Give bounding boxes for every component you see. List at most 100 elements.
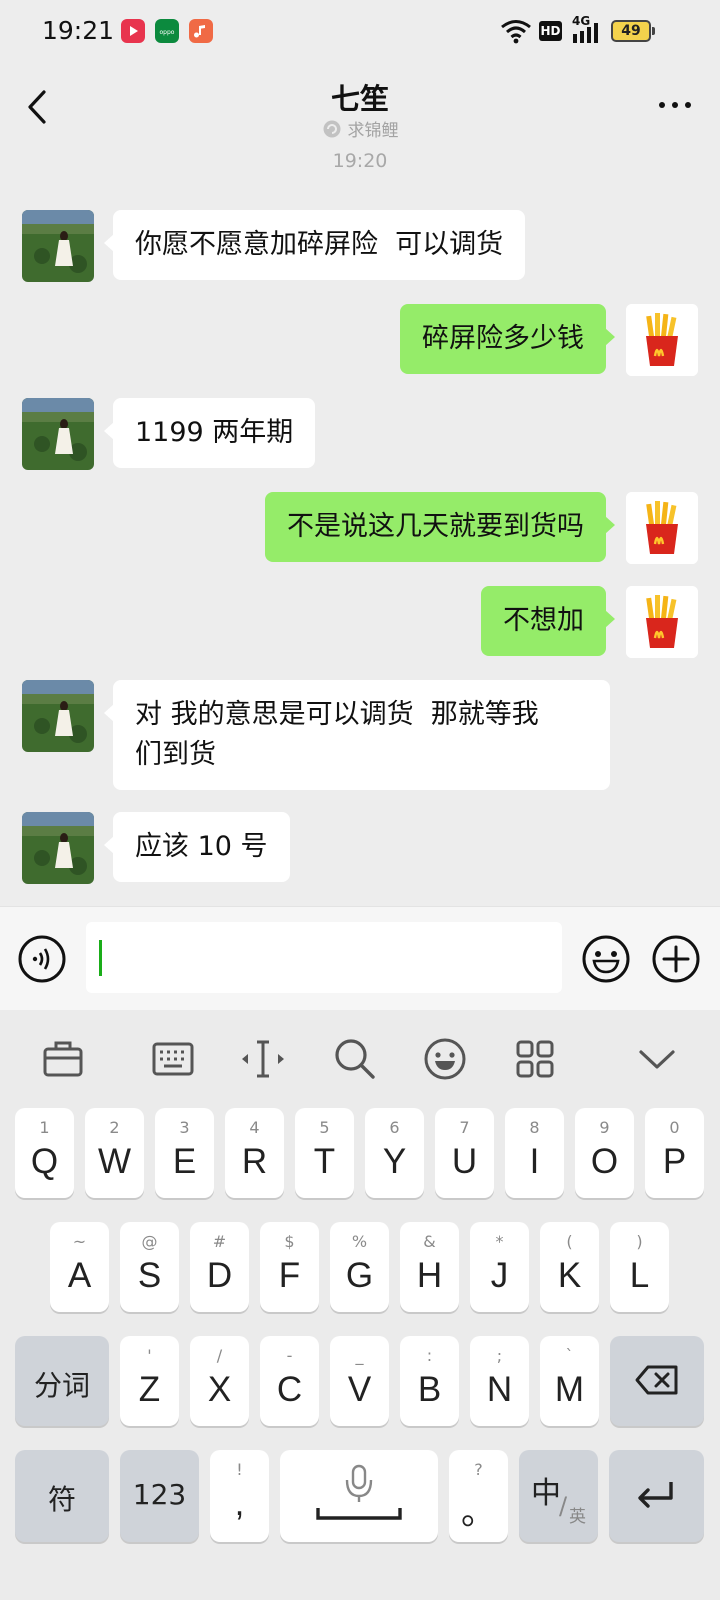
key-f[interactable]: $ F: [260, 1222, 319, 1312]
key-label: S: [137, 1256, 162, 1295]
more-button[interactable]: [656, 90, 696, 120]
search-button[interactable]: [330, 1034, 380, 1084]
keyboard-emoji-button[interactable]: [420, 1034, 470, 1084]
numeric-key[interactable]: 123: [120, 1450, 199, 1542]
my-avatar[interactable]: [626, 304, 698, 376]
key-o[interactable]: 9O: [575, 1108, 634, 1198]
key-m[interactable]: ` M: [540, 1336, 599, 1426]
language-switch-key[interactable]: 中 / 英: [519, 1450, 598, 1542]
cursor-move-button[interactable]: [238, 1034, 288, 1084]
key-c[interactable]: -C: [260, 1336, 319, 1426]
key-sub-label: &: [423, 1232, 436, 1251]
message-bubble-outgoing[interactable]: 不想加: [481, 586, 615, 656]
contact-avatar[interactable]: [22, 680, 94, 752]
contact-avatar[interactable]: [22, 812, 94, 884]
message-bubble-incoming[interactable]: 对 我的意思是可以调货 那就等我 们到货: [104, 680, 610, 790]
key-b[interactable]: :B: [400, 1336, 459, 1426]
input-bar: [0, 906, 720, 1010]
key-label: K: [557, 1256, 582, 1295]
plus-icon: [652, 935, 700, 983]
period-key[interactable]: ?。: [449, 1450, 508, 1542]
emoji-icon: [424, 1038, 466, 1080]
key-p[interactable]: 0P: [645, 1108, 704, 1198]
comma-key[interactable]: !,: [210, 1450, 269, 1542]
key-j[interactable]: * J: [470, 1222, 529, 1312]
clipboard-button[interactable]: [38, 1034, 88, 1084]
segment-key[interactable]: 分词: [15, 1336, 109, 1426]
space-key[interactable]: [280, 1450, 438, 1542]
voice-button[interactable]: [18, 935, 66, 987]
key-y[interactable]: 6Y: [365, 1108, 424, 1198]
collapse-chevron-icon: [639, 1050, 675, 1069]
key-label: 123: [132, 1478, 187, 1511]
key-label: U: [451, 1142, 478, 1181]
key-sub-label: ;: [496, 1346, 503, 1365]
key-sub-label: 7: [459, 1118, 470, 1137]
emoji-button[interactable]: [582, 935, 630, 987]
time-divider: 19:20: [332, 150, 388, 172]
key-label: M: [554, 1370, 585, 1409]
key-k[interactable]: (K: [540, 1222, 599, 1312]
key-sub-label: ?: [474, 1460, 483, 1479]
enter-key[interactable]: [609, 1450, 704, 1542]
key-sub-label: 5: [319, 1118, 330, 1137]
message-bubble-outgoing[interactable]: 不是说这几天就要到货吗: [265, 492, 615, 562]
key-label: P: [662, 1142, 687, 1181]
symbol-key[interactable]: 符: [15, 1450, 109, 1542]
keyboard-switch-button[interactable]: [148, 1034, 198, 1084]
contact-avatar[interactable]: [22, 210, 94, 282]
key-u[interactable]: 7U: [435, 1108, 494, 1198]
battery-icon: 49: [611, 20, 651, 42]
key-v[interactable]: _ V: [330, 1336, 389, 1426]
key-sub-label: (: [566, 1232, 573, 1251]
collapse-keyboard-button[interactable]: [632, 1034, 682, 1084]
status-icon: [323, 120, 340, 138]
key-label: G: [345, 1256, 374, 1295]
key-label: L: [629, 1256, 650, 1295]
status-time: 19:21: [42, 16, 115, 45]
key-x[interactable]: / X: [190, 1336, 249, 1426]
key-i[interactable]: 8I: [505, 1108, 564, 1198]
contact-avatar[interactable]: [22, 398, 94, 470]
key-t[interactable]: 5T: [295, 1108, 354, 1198]
message-bubble-incoming[interactable]: 1199 两年期: [103, 398, 316, 468]
chat-subtitle: 求锦鲤: [0, 116, 720, 141]
key-label: R: [241, 1142, 268, 1181]
key-label: 。: [460, 1493, 496, 1532]
message-bubble-incoming[interactable]: 应该 10 号: [104, 812, 290, 882]
key-z[interactable]: ' Z: [120, 1336, 179, 1426]
chat-header: 七笙 求锦鲤: [0, 64, 720, 150]
message-bubble-outgoing[interactable]: 碎屏险多少钱: [400, 304, 615, 374]
video-app-icon: [121, 19, 145, 43]
key-l[interactable]: ) L: [610, 1222, 669, 1312]
backspace-key[interactable]: [610, 1336, 704, 1426]
key-sub-label: /: [216, 1346, 223, 1365]
apps-grid-button[interactable]: [510, 1034, 560, 1084]
message-input[interactable]: [86, 922, 562, 993]
key-label: 中: [531, 1476, 561, 1511]
key-d[interactable]: # D: [190, 1222, 249, 1312]
key-label: I: [529, 1142, 540, 1181]
key-s[interactable]: @ S: [120, 1222, 179, 1312]
key-sub-label: 0: [669, 1118, 680, 1137]
my-avatar[interactable]: [626, 492, 698, 564]
enter-icon: [638, 1482, 673, 1508]
key-r[interactable]: 4R: [225, 1108, 284, 1198]
key-sub-label: ': [147, 1346, 152, 1365]
key-a[interactable]: ~ A: [50, 1222, 109, 1312]
text-cursor: [99, 940, 102, 976]
more-functions-button[interactable]: [652, 935, 700, 987]
key-n[interactable]: ; N: [470, 1336, 529, 1426]
key-g[interactable]: % G: [330, 1222, 389, 1312]
key-sub-label: #: [212, 1232, 227, 1251]
search-icon: [335, 1039, 375, 1079]
key-q[interactable]: 1Q: [15, 1108, 74, 1198]
key-h[interactable]: & H: [400, 1222, 459, 1312]
key-label: C: [276, 1370, 303, 1409]
my-avatar[interactable]: [626, 586, 698, 658]
key-label: Z: [138, 1370, 161, 1409]
key-w[interactable]: 2W: [85, 1108, 144, 1198]
message-bubble-incoming[interactable]: 你愿不愿意加碎屏险 可以调货: [103, 210, 526, 280]
avatar-image: [22, 210, 94, 282]
key-e[interactable]: 3E: [155, 1108, 214, 1198]
